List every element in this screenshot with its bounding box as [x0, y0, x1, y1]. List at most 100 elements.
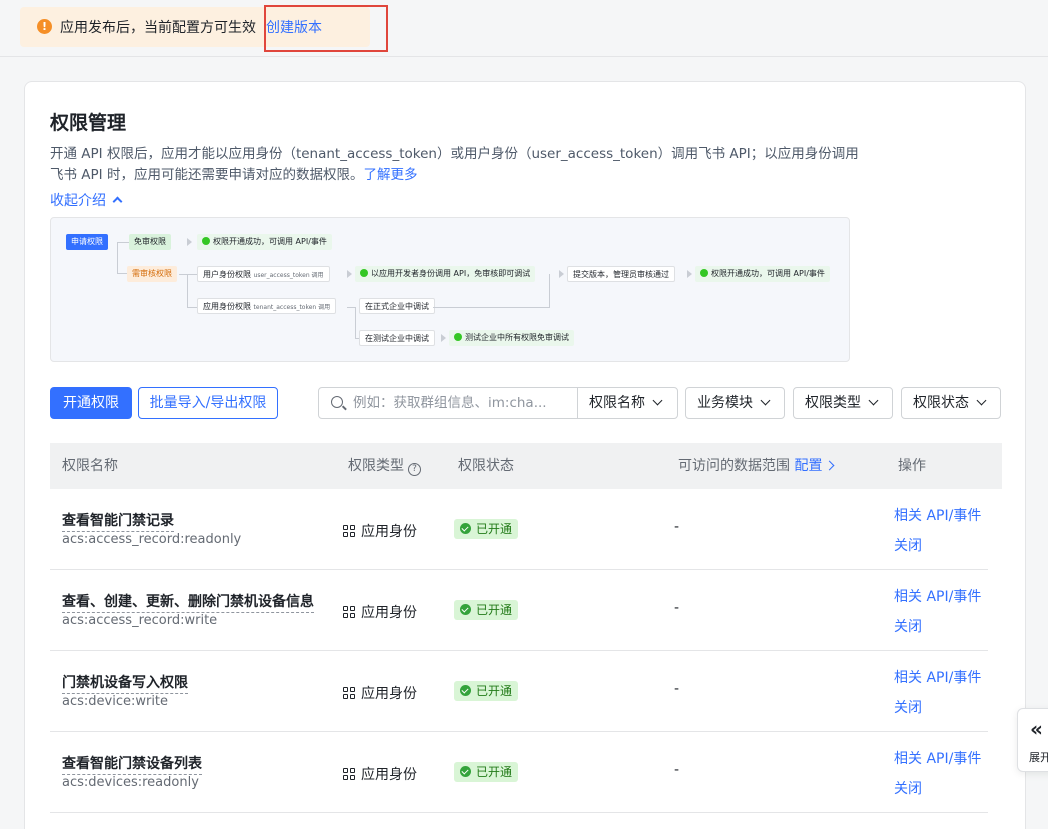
permission-type-label: 应用身份: [361, 605, 417, 621]
header-status: 权限状态: [458, 458, 514, 474]
expand-label: 展开: [1029, 751, 1048, 764]
permission-search: 权限名称: [318, 387, 678, 419]
header-scope-label: 可访问的数据范围: [678, 458, 790, 474]
batch-import-export-button[interactable]: 批量导入/导出权限: [138, 387, 278, 419]
check-icon: [460, 685, 471, 696]
notice-text: 应用发布后，当前配置方可生效: [60, 20, 256, 36]
flow-no-review: 免审权限: [129, 234, 171, 250]
collapse-intro-toggle[interactable]: 收起介绍: [50, 190, 123, 210]
chevron-right-icon: [825, 460, 835, 471]
check-icon: [460, 604, 471, 615]
permission-code: acs:devices:readonly: [62, 775, 199, 790]
flow-enabled-ok2: 权限开通成功，可调用 API/事件: [695, 266, 830, 282]
permission-code: acs:access_record:write: [62, 613, 218, 628]
status-badge: 已开通: [454, 600, 519, 620]
data-scope: -: [674, 762, 680, 778]
permission-code: acs:access_record:readonly: [62, 532, 242, 547]
filter-permission-type-label: 权限类型: [805, 395, 861, 411]
permission-name[interactable]: 查看、创建、更新、删除门禁机设备信息: [62, 591, 314, 613]
flow-user-perm-label: 用户身份权限: [203, 270, 251, 279]
search-field-select[interactable]: 权限名称: [589, 388, 663, 418]
check-icon: [454, 333, 462, 341]
flow-apply: 申请权限: [66, 234, 108, 250]
top-notice-bar: ! 应用发布后，当前配置方可生效 创建版本: [0, 0, 1048, 57]
help-icon[interactable]: ?: [408, 463, 421, 476]
permission-name[interactable]: 查看智能门禁设备列表: [62, 753, 202, 775]
header-name: 权限名称: [62, 458, 118, 474]
header-scope: 可访问的数据范围 配置: [678, 443, 835, 489]
status-badge: 已开通: [454, 519, 519, 539]
status-label: 已开通: [476, 603, 513, 617]
flow-test-all: 测试企业中所有权限免审调试: [449, 330, 574, 346]
permission-type: 应用身份: [343, 764, 417, 784]
intro-description: 开通 API 权限后，应用才能以应用身份（tenant_access_token…: [50, 144, 860, 186]
filter-permission-type[interactable]: 权限类型: [793, 387, 893, 419]
learn-more-link[interactable]: 了解更多: [363, 167, 417, 183]
related-api-link[interactable]: 相关 API/事件: [894, 748, 981, 768]
chevron-down-icon: [868, 395, 879, 406]
flow-user-token: user_access_token 调用: [253, 272, 324, 279]
header-type: 权限类型?: [348, 443, 421, 489]
table-row: 查看智能门禁设备列表 acs:devices:readonly 应用身份 已开通…: [50, 732, 988, 813]
header-type-label: 权限类型: [348, 458, 404, 474]
app-grid-icon: [343, 525, 355, 537]
status-label: 已开通: [476, 522, 513, 536]
filter-permission-status[interactable]: 权限状态: [901, 387, 1001, 419]
highlight-annotation: [264, 5, 388, 52]
search-divider: [577, 388, 578, 418]
flow-app-perm: 应用身份权限 tenant_access_token 调用: [197, 298, 337, 314]
permission-type: 应用身份: [343, 602, 417, 622]
chevron-down-icon: [976, 395, 987, 406]
flow-user-perm: 用户身份权限 user_access_token 调用: [197, 266, 330, 282]
flow-dev-call-label: 以应用开发者身份调用 API，免审核即可调试: [371, 269, 531, 278]
collapse-label: 收起介绍: [50, 193, 106, 209]
search-icon: [331, 396, 343, 408]
permission-type: 应用身份: [343, 683, 417, 703]
table-row: 查看智能门禁记录 acs:access_record:readonly 应用身份…: [50, 489, 988, 570]
permission-type-label: 应用身份: [361, 686, 417, 702]
filter-permission-status-label: 权限状态: [913, 395, 969, 411]
filter-business-module[interactable]: 业务模块: [685, 387, 785, 419]
permission-type-label: 应用身份: [361, 767, 417, 783]
flow-enabled-ok2-label: 权限开通成功，可调用 API/事件: [711, 269, 825, 278]
check-icon: [700, 269, 708, 277]
related-api-link[interactable]: 相关 API/事件: [894, 505, 981, 525]
app-grid-icon: [343, 687, 355, 699]
close-permission-link[interactable]: 关闭: [894, 778, 922, 798]
table-header: 权限名称 权限类型? 权限状态 可访问的数据范围 配置 操作: [50, 443, 1002, 489]
app-grid-icon: [343, 606, 355, 618]
close-permission-link[interactable]: 关闭: [894, 697, 922, 717]
check-icon: [460, 766, 471, 777]
enable-permission-button[interactable]: 开通权限: [50, 387, 132, 419]
scope-config-link[interactable]: 配置: [794, 458, 835, 474]
status-label: 已开通: [476, 684, 513, 698]
related-api-link[interactable]: 相关 API/事件: [894, 586, 981, 606]
permission-code: acs:device:write: [62, 694, 169, 709]
permission-name[interactable]: 门禁机设备写入权限: [62, 672, 188, 694]
scope-config-label: 配置: [794, 458, 823, 474]
page-title: 权限管理: [50, 112, 127, 134]
warning-icon: !: [37, 19, 52, 34]
search-input[interactable]: [353, 389, 575, 417]
table-row: 门禁机设备写入权限 acs:device:write 应用身份 已开通 - 相关…: [50, 651, 988, 732]
permission-card: 权限管理 开通 API 权限后，应用才能以应用身份（tenant_access_…: [24, 81, 1026, 829]
search-field-label: 权限名称: [589, 395, 645, 411]
permission-name[interactable]: 查看智能门禁记录: [62, 510, 174, 532]
check-icon: [460, 523, 471, 534]
header-action: 操作: [898, 458, 926, 474]
table-row: 查看、创建、更新、删除门禁机设备信息 acs:access_record:wri…: [50, 570, 988, 651]
close-permission-link[interactable]: 关闭: [894, 616, 922, 636]
status-badge: 已开通: [454, 681, 519, 701]
permission-flow-diagram: 申请权限 免审权限 权限开通成功，可调用 API/事件 需审核权限 用户身份权限…: [50, 217, 850, 362]
expand-panel-tab[interactable]: « 展开: [1017, 708, 1048, 772]
data-scope: -: [674, 519, 680, 535]
related-api-link[interactable]: 相关 API/事件: [894, 667, 981, 687]
flow-prod-debug: 在正式企业中调试: [359, 298, 435, 314]
close-permission-link[interactable]: 关闭: [894, 535, 922, 555]
flow-need-review: 需审核权限: [127, 266, 177, 282]
flow-tenant-token: tenant_access_token 调用: [253, 304, 331, 311]
filter-business-module-label: 业务模块: [697, 395, 753, 411]
flow-test-all-label: 测试企业中所有权限免审调试: [465, 333, 569, 342]
flow-app-perm-label: 应用身份权限: [203, 302, 251, 311]
chevron-up-icon: [112, 196, 123, 207]
